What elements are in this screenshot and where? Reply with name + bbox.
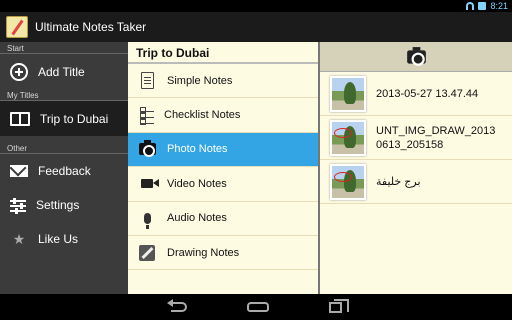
add-title-label: Add Title xyxy=(38,64,85,79)
note-type-label: Video Notes xyxy=(167,177,227,190)
note-type-label: Photo Notes xyxy=(167,143,228,156)
drawer-item-settings[interactable]: Settings xyxy=(0,188,128,222)
document-icon xyxy=(138,72,156,90)
navigation-drawer: Start Add Title My Titles Trip to Dubai … xyxy=(0,42,128,294)
note-type-label: Drawing Notes xyxy=(167,246,240,259)
microphone-icon xyxy=(138,209,156,229)
note-type-video-notes[interactable]: Video Notes xyxy=(128,167,318,202)
take-photo-button[interactable] xyxy=(320,42,512,72)
note-type-audio-notes[interactable]: Audio Notes xyxy=(128,202,318,236)
battery-icon xyxy=(478,2,487,10)
drawer-item-label: Feedback xyxy=(38,164,91,178)
notes-header-title: Trip to Dubai xyxy=(128,42,318,64)
status-bar: 8:21 xyxy=(0,0,512,12)
clock: 8:21 xyxy=(490,1,508,11)
star-icon: ★ xyxy=(12,230,26,247)
system-navigation-bar xyxy=(0,294,512,320)
checklist-icon xyxy=(138,106,154,125)
drawer-item-feedback[interactable]: Feedback xyxy=(0,154,128,188)
section-header-my-titles: My Titles xyxy=(0,89,128,101)
note-type-drawing-notes[interactable]: Drawing Notes xyxy=(128,236,318,271)
sliders-icon xyxy=(10,198,26,214)
photo-name: UNT_IMG_DRAW_2013 0613_205158 xyxy=(376,124,496,151)
drawer-item-label: Like Us xyxy=(38,232,79,246)
drawer-item-trip-to-dubai[interactable]: Trip to Dubai xyxy=(0,101,128,136)
photo-item[interactable]: برج خليفة xyxy=(320,160,512,204)
photo-thumbnail xyxy=(330,75,366,112)
photo-thumbnail xyxy=(330,163,366,200)
action-bar: Ultimate Notes Taker xyxy=(0,12,512,42)
pencil-icon xyxy=(138,244,156,262)
home-icon[interactable] xyxy=(246,302,269,312)
note-type-label: Checklist Notes xyxy=(164,109,241,122)
drawer-item-like-us[interactable]: ★ Like Us xyxy=(0,222,128,256)
note-type-label: Simple Notes xyxy=(167,74,233,87)
note-type-simple-notes[interactable]: Simple Notes xyxy=(128,64,318,99)
note-type-checklist-notes[interactable]: Checklist Notes xyxy=(128,98,318,133)
photo-thumbnail xyxy=(330,119,366,156)
section-header-start: Start xyxy=(0,42,128,54)
mail-icon xyxy=(10,165,28,177)
camera-icon xyxy=(138,140,156,158)
note-type-photo-notes[interactable]: Photo Notes xyxy=(128,132,318,168)
note-types-panel: Trip to Dubai Simple Notes Checklist Not… xyxy=(128,42,320,294)
drawer-item-label: Settings xyxy=(36,198,80,212)
drawer-item-label: Trip to Dubai xyxy=(40,111,109,126)
video-camera-icon xyxy=(138,175,159,193)
note-type-label: Audio Notes xyxy=(167,212,227,225)
add-title-button[interactable]: Add Title xyxy=(0,54,128,89)
back-icon[interactable] xyxy=(166,299,187,312)
camera-icon xyxy=(406,46,426,66)
app-logo-icon[interactable] xyxy=(6,16,28,38)
add-circle-icon xyxy=(10,62,28,81)
photo-item[interactable]: 2013-05-27 13.47.44 xyxy=(320,72,512,116)
recent-apps-icon[interactable] xyxy=(328,298,349,313)
photo-name: 2013-05-27 13.47.44 xyxy=(376,87,479,100)
app-title: Ultimate Notes Taker xyxy=(35,20,147,34)
wifi-icon xyxy=(466,2,475,10)
photo-item[interactable]: UNT_IMG_DRAW_2013 0613_205158 xyxy=(320,116,512,160)
photo-notes-panel: 2013-05-27 13.47.44 UNT_IMG_DRAW_2013 06… xyxy=(320,42,512,294)
section-header-other: Other xyxy=(0,142,128,154)
open-book-icon xyxy=(10,111,30,126)
photo-name: برج خليفة xyxy=(376,175,421,188)
